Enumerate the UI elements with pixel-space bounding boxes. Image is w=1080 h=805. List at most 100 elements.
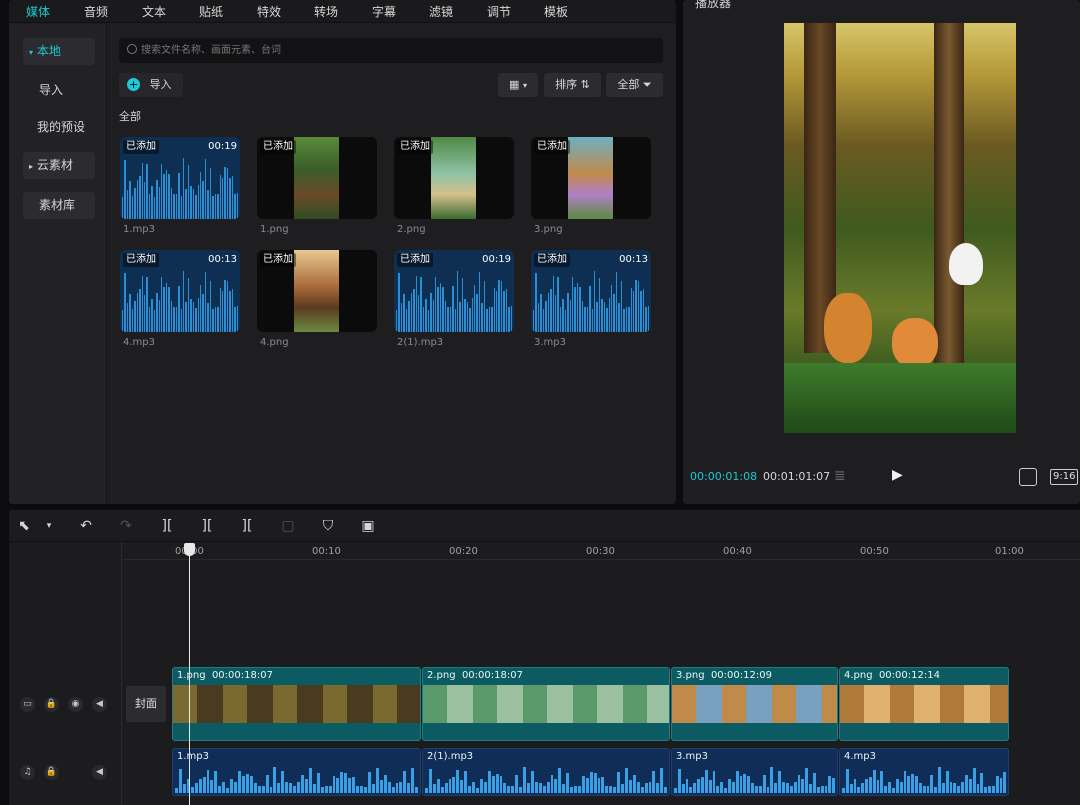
video-track-icon[interactable]: ▭ bbox=[20, 697, 35, 712]
view-mode-button[interactable]: ▦ ▾ bbox=[498, 73, 538, 97]
waveform-bar bbox=[320, 787, 324, 793]
waveform-bar bbox=[122, 310, 124, 332]
waveform-bar bbox=[515, 775, 519, 793]
chevron-down-icon[interactable]: ▾ bbox=[40, 517, 58, 535]
search-input[interactable] bbox=[141, 42, 651, 59]
video-clip-2[interactable]: 2.png 00:00:18:07 bbox=[422, 667, 670, 741]
audio-track-icon[interactable]: ♫ bbox=[20, 765, 35, 780]
audio-clip-3[interactable]: 3.mp3 bbox=[671, 748, 838, 796]
trim-right-icon[interactable]: ][ bbox=[238, 517, 256, 535]
media-card-4-png[interactable]: 已添加 bbox=[257, 250, 377, 332]
media-card-2-1-mp3[interactable]: 已添加 00:19 bbox=[394, 250, 514, 332]
tab-filter[interactable]: 滤镜 bbox=[429, 0, 453, 22]
sidebar-item-cloud[interactable]: ▸ 云素材 bbox=[23, 152, 95, 179]
waveform-bar bbox=[163, 173, 165, 219]
waveform-bar bbox=[891, 787, 895, 793]
trim-left-icon[interactable]: ][ bbox=[198, 517, 216, 535]
aspect-ratio-button[interactable]: 9:16 bbox=[1050, 469, 1079, 485]
waveform-bar bbox=[387, 782, 391, 793]
waveform-bar bbox=[640, 291, 642, 332]
waveform-bar bbox=[403, 771, 407, 793]
cover-button[interactable]: 封面 bbox=[126, 686, 166, 722]
undo-icon[interactable]: ↶ bbox=[77, 517, 95, 535]
lock-icon[interactable]: 🔒 bbox=[44, 697, 59, 712]
waveform-bar bbox=[547, 293, 550, 332]
audio-clip-1[interactable]: 1.mp3 bbox=[172, 748, 421, 796]
waveform-bar bbox=[961, 781, 964, 793]
tab-text[interactable]: 文本 bbox=[142, 0, 166, 22]
tab-template[interactable]: 模板 bbox=[544, 0, 568, 22]
playhead-handle[interactable] bbox=[184, 543, 195, 556]
search-box[interactable] bbox=[119, 38, 663, 63]
media-card-1-mp3[interactable]: 已添加 00:19 bbox=[120, 137, 240, 219]
tree-trunk-right bbox=[934, 23, 964, 363]
video-clip-3[interactable]: 3.png 00:00:12:09 bbox=[671, 667, 838, 741]
lock-icon[interactable]: 🔒 bbox=[44, 765, 59, 780]
sidebar-item-local[interactable]: ▾ 本地 bbox=[23, 38, 95, 65]
marker-icon[interactable]: ⛉ bbox=[319, 517, 337, 535]
waveform-bar bbox=[606, 307, 608, 332]
waveform-bar bbox=[195, 307, 197, 332]
filter-button[interactable]: 全部 ⏷ bbox=[606, 73, 663, 97]
waveform-bar bbox=[234, 782, 237, 793]
tab-media[interactable]: 媒体 bbox=[26, 0, 50, 22]
volume-icon[interactable]: ◀ bbox=[92, 697, 107, 712]
media-card-4-mp3[interactable]: 已添加 00:13 bbox=[120, 250, 240, 332]
tab-sticker[interactable]: 贴纸 bbox=[199, 0, 223, 22]
sidebar-item-library[interactable]: 素材库 bbox=[23, 192, 95, 219]
import-button[interactable]: + 导入 bbox=[119, 73, 183, 97]
video-clip-4[interactable]: 4.png 00:00:12:14 bbox=[839, 667, 1009, 741]
audio-clip-4[interactable]: 4.mp3 bbox=[839, 748, 1009, 796]
waveform-bar bbox=[628, 779, 632, 793]
waveform-bar bbox=[124, 273, 126, 332]
audio-waveform bbox=[531, 270, 651, 332]
delete-icon[interactable]: ▢ bbox=[279, 517, 297, 535]
freeze-frame-icon[interactable]: ▣ bbox=[359, 517, 377, 535]
tab-adjust[interactable]: 调节 bbox=[487, 0, 511, 22]
sidebar-item-import[interactable]: 导入 bbox=[23, 77, 95, 104]
waveform-bar bbox=[168, 174, 170, 219]
eye-icon[interactable]: ◉ bbox=[68, 697, 83, 712]
media-card-2-png[interactable]: 已添加 bbox=[394, 137, 514, 219]
waveform-bar bbox=[751, 782, 755, 793]
waveform-bar bbox=[564, 309, 567, 332]
added-badge: 已添加 bbox=[534, 253, 570, 267]
playhead[interactable] bbox=[189, 545, 190, 805]
waveform-bar bbox=[173, 194, 175, 219]
waveform-bar bbox=[261, 786, 265, 793]
volume-icon[interactable]: ◀ bbox=[92, 765, 107, 780]
waveform-bar bbox=[487, 770, 491, 793]
waveform-bar bbox=[165, 283, 168, 332]
media-card-3-png[interactable]: 已添加 bbox=[531, 137, 651, 219]
tab-subtitle[interactable]: 字幕 bbox=[372, 0, 396, 22]
play-icon[interactable]: ▶ bbox=[892, 467, 903, 483]
waveform-bar bbox=[603, 301, 606, 332]
waveform-bar bbox=[312, 784, 316, 793]
fullscreen-icon[interactable] bbox=[1019, 468, 1037, 486]
ruler-label: 01:00 bbox=[995, 546, 1024, 557]
redo-icon[interactable]: ↷ bbox=[117, 517, 135, 535]
waveform-bar bbox=[207, 190, 209, 219]
tab-transition[interactable]: 转场 bbox=[314, 0, 338, 22]
split-icon[interactable]: ][ bbox=[158, 517, 176, 535]
waveform-bar bbox=[593, 270, 596, 332]
grid-icon: ▦ bbox=[509, 78, 520, 91]
waveform-bar bbox=[192, 301, 195, 332]
media-card-1-png[interactable]: 已添加 bbox=[257, 137, 377, 219]
waveform-bar bbox=[456, 270, 459, 332]
audio-clip-2[interactable]: 2(1).mp3 bbox=[422, 748, 670, 796]
waveform-bar bbox=[574, 786, 577, 793]
filter-icon: ⏷ bbox=[642, 78, 652, 91]
waveform-toggle-icon[interactable]: ≣ bbox=[834, 468, 846, 484]
media-card-3-mp3[interactable]: 已添加 00:13 bbox=[531, 250, 651, 332]
waveform-bar bbox=[621, 784, 625, 793]
select-tool-icon[interactable]: ⬉ bbox=[15, 517, 33, 535]
video-clip-1[interactable]: 1.png 00:00:18:07 bbox=[172, 667, 421, 741]
waveform-bar bbox=[202, 776, 206, 793]
tab-audio[interactable]: 音频 bbox=[84, 0, 108, 22]
waveform-bar bbox=[567, 292, 569, 332]
sort-button[interactable]: 排序 ⇅ bbox=[544, 73, 601, 97]
waveform-bar bbox=[344, 772, 348, 793]
sidebar-item-presets[interactable]: 我的预设 bbox=[23, 114, 95, 141]
tab-effects[interactable]: 特效 bbox=[257, 0, 281, 22]
